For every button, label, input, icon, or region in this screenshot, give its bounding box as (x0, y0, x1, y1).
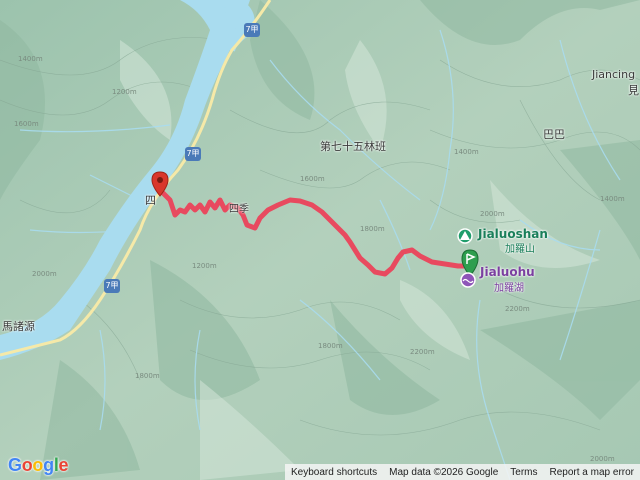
report-map-error-link[interactable]: Report a map error (544, 467, 640, 478)
mountain-peak-icon[interactable] (457, 228, 473, 244)
road-shield: 7甲 (104, 279, 120, 293)
poi-label-jialuohu[interactable]: Jialuohu (480, 265, 535, 279)
terms-link[interactable]: Terms (504, 467, 543, 478)
road-shield: 7甲 (185, 147, 201, 161)
attribution-bar: Keyboard shortcuts Map data ©2026 Google… (284, 464, 640, 480)
elevation-label: 1200m (112, 88, 137, 96)
elevation-label: 1800m (360, 225, 385, 233)
elevation-label: 2200m (505, 305, 530, 313)
elevation-label: 1600m (14, 120, 39, 128)
poi-label-jialuoshan-zh[interactable]: 加羅山 (505, 240, 535, 255)
road-shield: 7甲 (244, 23, 260, 37)
elevation-label: 1400m (454, 148, 479, 156)
google-logo[interactable]: Google (8, 455, 69, 476)
elevation-label: 2200m (410, 348, 435, 356)
elevation-label: 1800m (318, 342, 343, 350)
elevation-label: 1400m (18, 55, 43, 63)
elevation-label: 1600m (300, 175, 325, 183)
elevation-label: 1400m (600, 195, 625, 203)
poi-label-jialuoshan[interactable]: Jialuoshan (478, 227, 548, 241)
elevation-label: 1800m (135, 372, 160, 380)
place-label[interactable]: 第七十五林班 (320, 138, 386, 154)
elevation-label: 2000m (480, 210, 505, 218)
elevation-label: 1200m (192, 262, 217, 270)
lake-icon[interactable] (460, 272, 476, 288)
place-label[interactable]: 巴巴 (543, 126, 565, 142)
elevation-label: 2000m (32, 270, 57, 278)
map-data-text: Map data ©2026 Google (389, 466, 499, 478)
place-label[interactable]: 四 (145, 192, 156, 208)
elevation-label: 2000m (590, 455, 615, 463)
place-label[interactable]: Jiancing (592, 68, 635, 81)
keyboard-shortcuts-link[interactable]: Keyboard shortcuts (285, 467, 383, 478)
place-label[interactable]: 馬諸源 (2, 318, 35, 334)
poi-label-jialuohu-zh[interactable]: 加羅湖 (494, 279, 524, 294)
map-view[interactable]: 7甲 7甲 7甲 馬諸源 第七十五林班 巴巴 Jiancing 見 四 四季 J… (0, 0, 640, 480)
place-label[interactable]: 見 (628, 82, 639, 98)
place-label[interactable]: 四季 (229, 200, 249, 215)
